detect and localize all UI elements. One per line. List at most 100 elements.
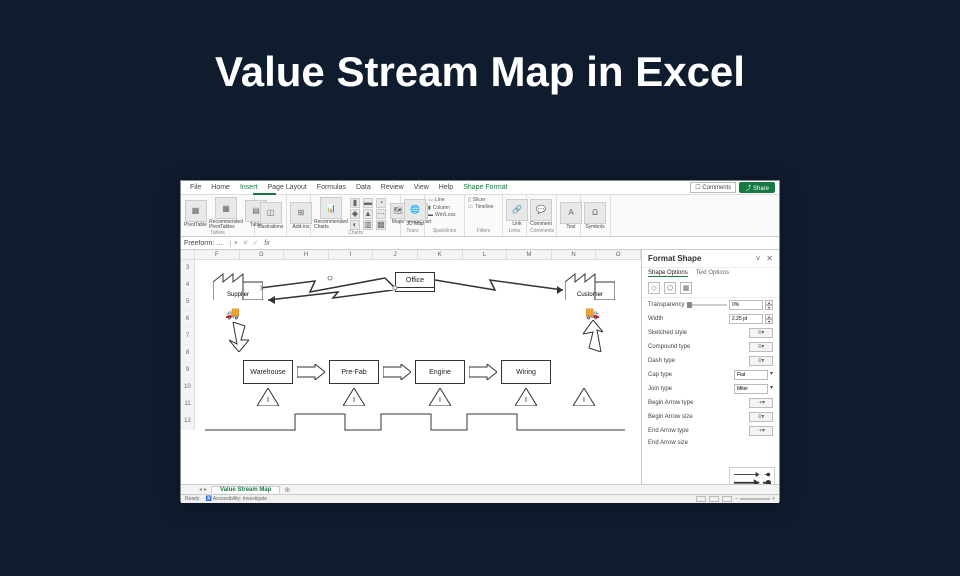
sparkline-wl-icon[interactable]: ▬ — [428, 212, 433, 218]
row-header[interactable]: 4 — [181, 277, 195, 294]
chart-type-icon[interactable]: ▩ — [376, 220, 386, 230]
panel-tab-shape[interactable]: Shape Options — [648, 270, 688, 277]
col-header[interactable]: H — [284, 250, 329, 259]
warehouse-shape[interactable]: Warehouse — [243, 360, 293, 384]
col-header[interactable]: G — [240, 250, 285, 259]
chart-type-icon[interactable]: ◔ — [376, 198, 386, 208]
panel-close-icon[interactable]: ✕ — [766, 254, 773, 263]
row-header[interactable]: 5 — [181, 294, 195, 311]
chart-type-icon[interactable]: ▮ — [350, 198, 360, 208]
map3d-icon[interactable]: 🌐 — [404, 199, 426, 221]
view-normal-icon[interactable] — [696, 496, 706, 502]
recpivot-icon[interactable]: ▦ — [215, 197, 237, 219]
inventory-triangle[interactable]: I — [257, 388, 279, 406]
comment-icon[interactable]: 💬 — [530, 199, 552, 221]
illustrations-icon[interactable]: ◫ — [260, 202, 282, 224]
comments-button[interactable]: ☐ Comments — [690, 182, 736, 193]
chart-type-icon[interactable]: ▲ — [363, 209, 373, 219]
inventory-triangle[interactable]: I — [343, 388, 365, 406]
fx-label[interactable]: fx — [260, 240, 273, 247]
inventory-triangle[interactable]: I — [515, 388, 537, 406]
row-header[interactable]: 6 — [181, 311, 195, 328]
zigzag-arrow[interactable] — [435, 276, 570, 296]
chart-type-icon[interactable]: ▬ — [363, 198, 373, 208]
size-icon[interactable]: ▦ — [680, 282, 692, 294]
col-header[interactable]: J — [373, 250, 418, 259]
tab-help[interactable]: Help — [434, 184, 458, 191]
tab-file[interactable]: File — [185, 184, 206, 191]
slicer-icon[interactable]: ▯ — [468, 197, 471, 203]
push-arrow[interactable] — [383, 364, 411, 380]
compound-dropdown[interactable]: ≡▾ — [749, 342, 773, 352]
wiring-shape[interactable]: Wiring — [501, 360, 551, 384]
col-header[interactable]: I — [329, 250, 374, 259]
row-header[interactable]: 7 — [181, 328, 195, 345]
share-button[interactable]: ⤴ Share — [739, 182, 775, 193]
begin-size-dropdown[interactable]: ≡▾ — [749, 412, 773, 422]
panel-collapse-icon[interactable]: ˅ — [756, 254, 761, 263]
symbols-icon[interactable]: Ω — [584, 202, 606, 224]
row-header[interactable]: 9 — [181, 362, 195, 379]
name-box[interactable]: Freeform: … — [181, 240, 231, 247]
col-header[interactable]: F — [195, 250, 240, 259]
chart-type-icon[interactable]: ▥ — [363, 220, 373, 230]
inventory-triangle[interactable]: I — [573, 388, 595, 406]
customer-shape[interactable]: Customer — [565, 270, 615, 300]
push-arrow[interactable] — [469, 364, 497, 380]
inventory-triangle[interactable]: I — [429, 388, 451, 406]
addins-icon[interactable]: ⊞ — [290, 202, 312, 224]
timeline-icon[interactable]: ▭ — [468, 204, 473, 210]
block-arrow-up[interactable] — [583, 320, 603, 352]
col-header[interactable]: O — [596, 250, 641, 259]
chart-type-icon[interactable]: ◆ — [350, 209, 360, 219]
row-header[interactable]: 12 — [181, 413, 195, 430]
tab-insert[interactable]: Insert — [235, 184, 263, 191]
cap-input[interactable] — [734, 370, 768, 380]
spin-down[interactable]: ▾ — [765, 305, 773, 310]
panel-tab-text[interactable]: Text Options — [696, 270, 729, 277]
tab-review[interactable]: Review — [376, 184, 409, 191]
recchart-icon[interactable]: 📊 — [320, 197, 342, 219]
fill-line-icon[interactable]: ◇ — [648, 282, 660, 294]
view-pagelayout-icon[interactable] — [709, 496, 719, 502]
tab-home[interactable]: Home — [206, 184, 235, 191]
view-pagebreak-icon[interactable] — [722, 496, 732, 502]
chart-type-icon[interactable]: ◐ — [350, 220, 360, 230]
pivottable-icon[interactable]: ▦ — [185, 200, 207, 222]
zoom-out-icon[interactable]: − — [735, 496, 738, 502]
row-header[interactable]: 3 — [181, 260, 195, 277]
zoom-slider[interactable] — [740, 498, 770, 500]
col-header[interactable]: N — [552, 250, 597, 259]
transparency-slider[interactable] — [687, 304, 727, 306]
timeline-ladder[interactable] — [205, 410, 625, 432]
prefab-shape[interactable]: Pre-Fab — [329, 360, 379, 384]
engine-shape[interactable]: Engine — [415, 360, 465, 384]
row-header[interactable]: 8 — [181, 345, 195, 362]
row-header[interactable]: 10 — [181, 379, 195, 396]
sketched-dropdown[interactable]: ≡▾ — [749, 328, 773, 338]
tab-prev-icon[interactable]: ◂ — [199, 486, 202, 493]
link-icon[interactable]: 🔗 — [506, 199, 528, 221]
begin-type-dropdown[interactable]: ⇢▾ — [749, 398, 773, 408]
col-header[interactable]: K — [418, 250, 463, 259]
chart-type-icon[interactable]: ⋯ — [376, 209, 386, 219]
dash-dropdown[interactable]: ≡▾ — [749, 356, 773, 366]
tab-pagelayout[interactable]: Page Layout — [262, 184, 311, 191]
tab-data[interactable]: Data — [351, 184, 376, 191]
transparency-input[interactable] — [729, 300, 763, 310]
new-sheet-icon[interactable]: ⊕ — [280, 486, 294, 494]
effects-icon[interactable]: ⬠ — [664, 282, 676, 294]
join-input[interactable] — [734, 384, 768, 394]
tab-view[interactable]: View — [409, 184, 434, 191]
worksheet[interactable]: F G H I J K L M N O 3 4 5 6 7 8 9 10 11 … — [181, 250, 641, 486]
row-header[interactable]: 11 — [181, 396, 195, 413]
col-header[interactable]: M — [507, 250, 552, 259]
block-arrow-down[interactable] — [229, 322, 249, 352]
office-shape[interactable]: Office — [395, 272, 435, 288]
supplier-shape[interactable]: Supplier — [213, 270, 263, 300]
col-header[interactable]: L — [463, 250, 508, 259]
tab-formulas[interactable]: Formulas — [312, 184, 351, 191]
width-input[interactable] — [729, 314, 763, 324]
sparkline-line-icon[interactable]: 〰 — [428, 197, 433, 204]
spin-down[interactable]: ▾ — [765, 319, 773, 324]
